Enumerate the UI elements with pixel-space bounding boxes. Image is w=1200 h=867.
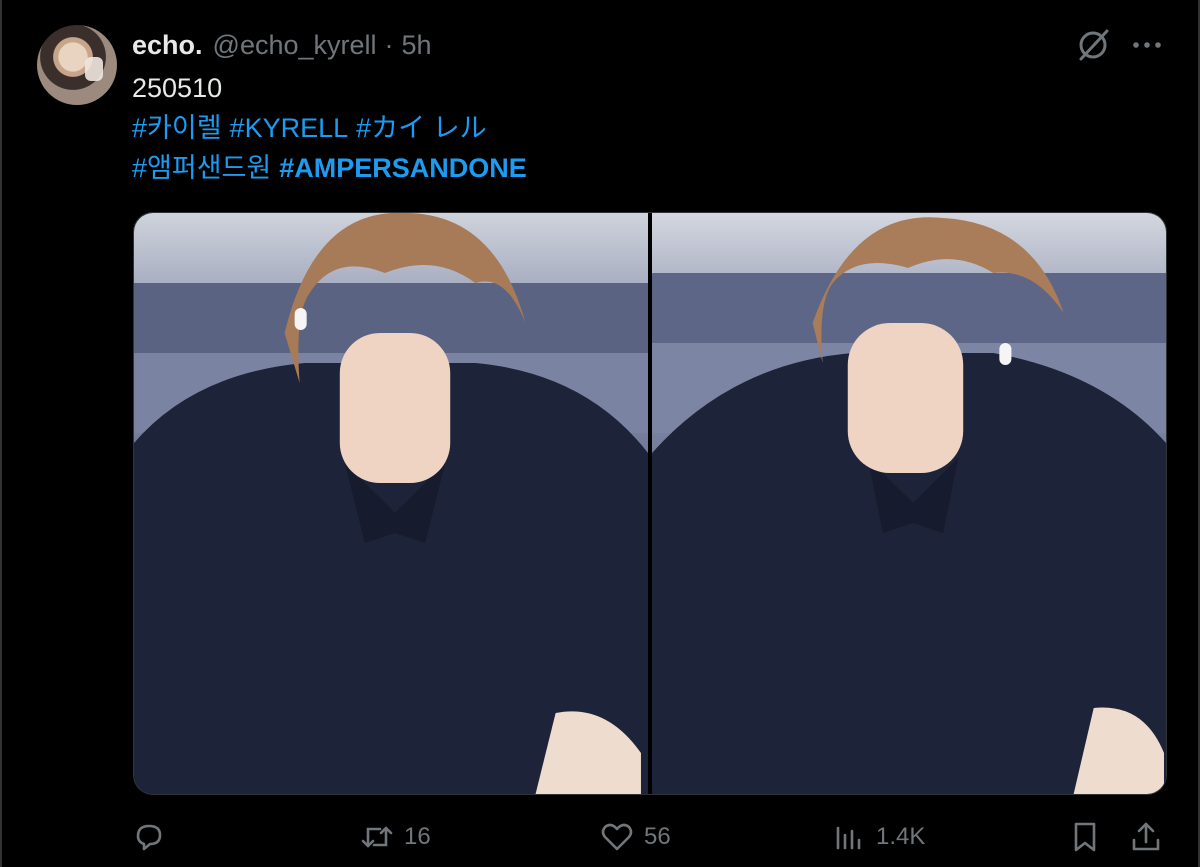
share-icon — [1132, 822, 1160, 851]
photo-left[interactable] — [134, 213, 648, 794]
display-name[interactable]: echo. — [132, 30, 203, 61]
hashtag-link[interactable]: #KYRELL — [230, 113, 349, 143]
views-count: 1.4K — [876, 823, 926, 850]
timestamp[interactable]: 5h — [402, 30, 432, 61]
like-icon — [601, 823, 633, 851]
separator-dot: · — [384, 29, 394, 60]
bookmark-button[interactable] — [1068, 815, 1102, 859]
user-handle[interactable]: @echo_kyrell — [213, 30, 377, 61]
tweet-text-date: 250510 — [132, 73, 223, 103]
hashtag-link[interactable]: #AMPERSANDONE — [279, 153, 527, 183]
hashtag-line-2: #앰퍼샌드원 #AMPERSANDONE — [132, 148, 535, 188]
share-button[interactable] — [1129, 815, 1163, 859]
views-button[interactable]: 1.4K — [832, 815, 925, 859]
more-icon[interactable] — [1130, 30, 1164, 60]
grok-icon[interactable] — [1074, 28, 1112, 62]
action-bar: 16 56 1.4K — [132, 815, 1167, 859]
retweet-icon — [361, 826, 393, 848]
hashtag-link[interactable]: #앰퍼샌드원 — [132, 153, 271, 183]
reply-button[interactable] — [132, 815, 176, 859]
avatar[interactable] — [37, 25, 117, 105]
photo-right[interactable] — [652, 213, 1166, 794]
hashtag-link[interactable]: #カイ レル — [356, 113, 487, 143]
frame-border-left — [0, 0, 2, 867]
tweet-header: echo. @echo_kyrell · 5h — [132, 30, 432, 60]
retweet-button[interactable]: 16 — [360, 815, 431, 859]
like-count: 56 — [644, 823, 671, 850]
hashtag-link[interactable]: #카이렐 — [132, 113, 222, 143]
bookmark-icon — [1074, 822, 1096, 852]
media-grid — [133, 212, 1167, 795]
like-button[interactable]: 56 — [600, 815, 671, 859]
hashtag-line-1: #카이렐 #KYRELL #カイ レル — [132, 108, 495, 148]
views-icon — [836, 826, 861, 850]
reply-icon — [136, 824, 162, 851]
retweet-count: 16 — [404, 823, 431, 850]
